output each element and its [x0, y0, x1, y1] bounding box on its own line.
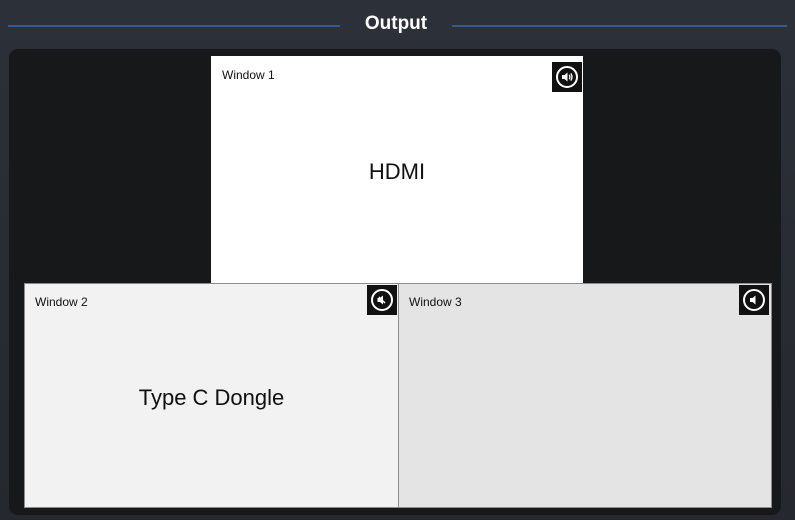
speaker-muted-icon: [742, 288, 766, 312]
window-3-label: Window 3: [409, 295, 462, 309]
page-title: Output: [364, 13, 428, 34]
window-2-source: Type C Dongle: [138, 385, 285, 410]
header-divider-left: [8, 25, 340, 27]
speaker-muted-icon: [370, 288, 394, 312]
header-divider-right: [452, 25, 787, 27]
window-1-audio-button[interactable]: [552, 62, 582, 92]
output-header: Output: [0, 0, 795, 44]
window-2-label: Window 2: [35, 295, 88, 309]
window-1-source: HDMI: [368, 159, 426, 184]
window-1[interactable]: Window 1 HDMI: [211, 56, 583, 285]
window-1-label: Window 1: [222, 68, 275, 82]
window-2[interactable]: Window 2 Type C Dongle: [24, 283, 399, 508]
speaker-on-icon: [555, 65, 579, 89]
output-screen: Output Window 1 HDMI Window 2 Type C Don…: [0, 0, 795, 520]
layout-panel: Window 1 HDMI Window 2 Type C Dongle Win…: [9, 49, 781, 515]
window-2-audio-button[interactable]: [367, 285, 397, 315]
window-3-audio-button[interactable]: [739, 285, 769, 315]
window-3[interactable]: Window 3: [398, 283, 772, 508]
